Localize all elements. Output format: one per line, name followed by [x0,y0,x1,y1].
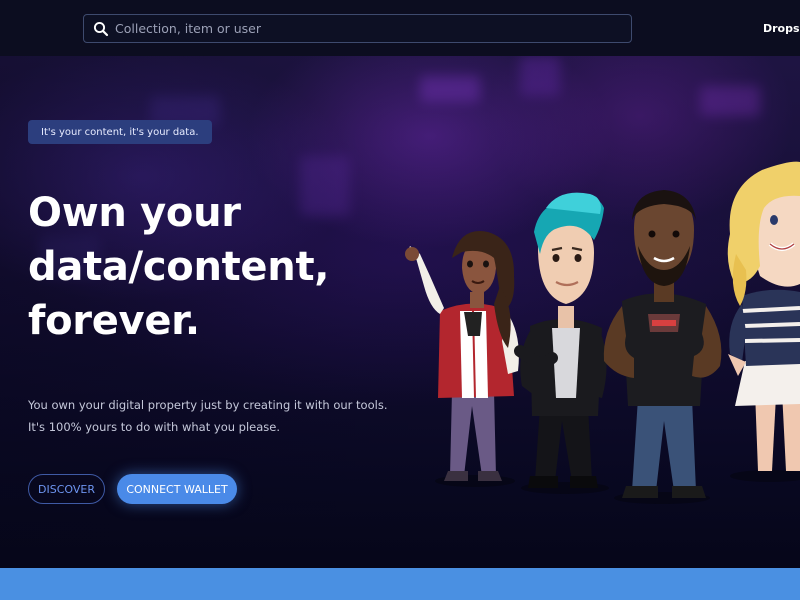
nav-link-drops[interactable]: Drops [763,22,800,35]
avatar-girl-red-jacket [405,231,519,487]
description-line: It's 100% yours to do with what you plea… [28,420,281,434]
avatar-bearded-man [603,190,722,504]
background-glow [420,76,480,102]
background-glow [520,56,560,96]
search-box[interactable] [83,14,632,43]
headline-line: forever. [28,298,200,344]
connect-wallet-button[interactable]: CONNECT WALLET [117,474,237,504]
headline-line: Own your [28,190,241,236]
bottom-accent-bar [0,568,800,600]
discover-button[interactable]: DISCOVER [28,474,105,504]
avatar-group-illustration [405,161,800,504]
avatar-teal-hair-boy [514,192,609,494]
headline-line: data/content, [28,244,330,290]
description-line: You own your digital property just by cr… [28,398,388,412]
search-input[interactable] [115,15,631,42]
hero-section: It's your content, it's your data. Own y… [0,56,800,568]
top-navigation-bar: Drops [0,0,800,56]
search-icon [93,21,109,37]
hero-tag-pill: It's your content, it's your data. [28,120,212,144]
hero-headline: Own your data/content, forever. [28,186,408,348]
hero-description: You own your digital property just by cr… [28,394,408,438]
background-glow [700,86,760,116]
avatar-blonde-girl [727,161,800,482]
